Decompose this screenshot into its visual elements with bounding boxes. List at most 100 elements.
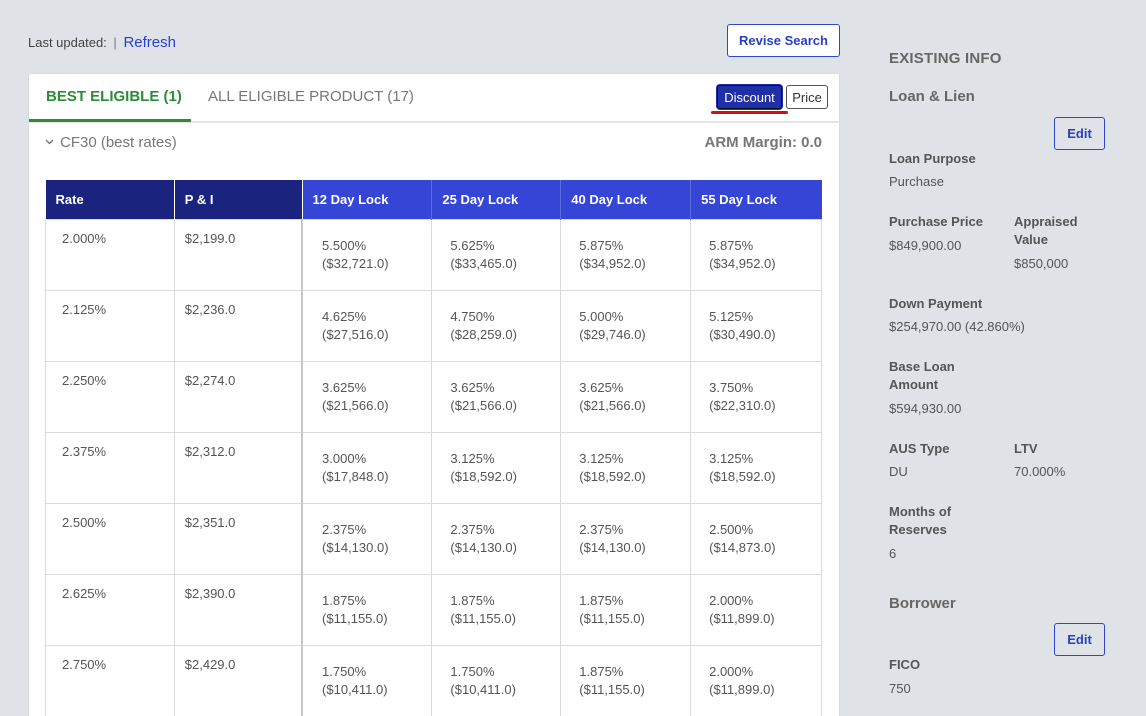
rate-cell: 2.375%	[45, 431, 175, 504]
discount-toggle-button[interactable]: Discount	[717, 85, 782, 109]
lock-rate-value: 5.875%	[709, 237, 754, 253]
fico-label: FICO	[889, 657, 921, 672]
lock-rate-value: 3.625%	[579, 379, 624, 395]
pi-cell: $2,429.0	[173, 644, 304, 716]
loan-lien-heading: Loan & Lien	[889, 88, 975, 105]
lock-cost-value: ($14,130.0)	[322, 539, 389, 555]
ltv-label: LTV	[1014, 441, 1038, 456]
table-row: 2.375% $2,312.0 3.000% ($17,848.0) 3.125% ($1…	[45, 431, 822, 504]
revise-search-button[interactable]: Revise Search	[727, 24, 840, 57]
lock-price-cell[interactable]: 1.750% ($10,411.0)	[301, 644, 433, 716]
lock-cost-value: ($27,516.0)	[322, 326, 389, 342]
lock-rate-value: 1.875%	[450, 592, 495, 608]
lock-price-cell[interactable]: 1.875% ($11,155.0)	[560, 573, 692, 646]
lock-rate-value: 2.000%	[709, 592, 754, 608]
table-row: 2.500% $2,351.0 2.375% ($14,130.0) 2.375% ($1…	[45, 502, 822, 575]
lock-cost-value: ($11,899.0)	[709, 681, 775, 697]
arm-margin: ARM Margin: 0.0	[704, 134, 822, 151]
lock-price-cell[interactable]: 2.375% ($14,130.0)	[301, 502, 433, 575]
lock-rate-value: 3.625%	[322, 379, 367, 395]
lock-cost-value: ($29,746.0)	[579, 326, 646, 342]
lock-rate-value: 1.750%	[322, 663, 367, 679]
borrower-heading: Borrower	[889, 595, 956, 612]
lock-rate-value: 3.750%	[709, 379, 754, 395]
lock-price-cell[interactable]: 1.875% ($11,155.0)	[301, 573, 433, 646]
lock-price-cell[interactable]: 2.375% ($14,130.0)	[431, 502, 562, 575]
rate-cell: 2.125%	[45, 289, 175, 362]
lock-price-cell[interactable]: 5.125% ($30,490.0)	[690, 289, 822, 362]
lock-cost-value: ($21,566.0)	[322, 397, 389, 413]
lock-price-cell[interactable]: 3.625% ($21,566.0)	[431, 360, 562, 433]
pi-cell: $2,390.0	[173, 573, 304, 646]
lock-rate-value: 3.000%	[322, 450, 367, 466]
lock-price-cell[interactable]: 5.625% ($33,465.0)	[431, 218, 562, 291]
lock-rate-value: 2.375%	[322, 521, 367, 537]
table-row: 2.750% $2,429.0 1.750% ($10,411.0) 1.750% ($1…	[45, 644, 822, 716]
lock-price-cell[interactable]: 1.875% ($11,155.0)	[431, 573, 562, 646]
table-header-row: Rate P & I 12 Day Lock 25 Day Lock 40 Da…	[45, 180, 822, 219]
lock-cost-value: ($11,155.0)	[322, 610, 388, 626]
lock-price-cell[interactable]: 3.125% ($18,592.0)	[431, 431, 562, 504]
lock-cost-value: ($22,310.0)	[709, 397, 776, 413]
lock-price-cell[interactable]: 5.875% ($34,952.0)	[690, 218, 822, 291]
table-row: 2.125% $2,236.0 4.625% ($27,516.0) 4.750% ($2…	[45, 289, 822, 362]
annotation-underline	[711, 111, 788, 114]
lock-rate-value: 3.625%	[450, 379, 495, 395]
lock-rate-value: 3.125%	[709, 450, 754, 466]
lock-price-cell[interactable]: 1.750% ($10,411.0)	[431, 644, 562, 716]
tab-best-eligible[interactable]: BEST ELIGIBLE (1)	[46, 88, 182, 105]
lock-price-cell[interactable]: 2.500% ($14,873.0)	[690, 502, 822, 575]
lock-cost-value: ($14,130.0)	[579, 539, 646, 555]
loan-purpose-value: Purchase	[889, 174, 944, 189]
lock-cost-value: ($11,155.0)	[579, 681, 645, 697]
fico-value: 750	[889, 681, 911, 696]
lock-price-cell[interactable]: 5.875% ($34,952.0)	[560, 218, 692, 291]
lock-cost-value: ($14,130.0)	[450, 539, 517, 555]
lock-cost-value: ($14,873.0)	[709, 539, 776, 555]
rate-cell: 2.500%	[45, 502, 175, 575]
edit-loan-button[interactable]: Edit	[1054, 117, 1105, 150]
aus-type-label: AUS Type	[889, 441, 950, 456]
lock-price-cell[interactable]: 2.000% ($11,899.0)	[690, 573, 822, 646]
lock-price-cell[interactable]: 2.000% ($11,899.0)	[690, 644, 822, 716]
lock-cost-value: ($10,411.0)	[322, 681, 388, 697]
down-payment-value: $254,970.00 (42.860%)	[889, 319, 1025, 334]
last-updated-bar: Last updated: | Refresh	[28, 34, 176, 51]
lock-rate-value: 2.500%	[709, 521, 754, 537]
separator: |	[113, 35, 117, 50]
lock-cost-value: ($28,259.0)	[450, 326, 517, 342]
edit-borrower-button[interactable]: Edit	[1054, 623, 1105, 656]
price-toggle-button[interactable]: Price	[786, 85, 828, 109]
column-header-55-day-lock: 55 Day Lock	[690, 180, 822, 219]
lock-price-cell[interactable]: 3.125% ($18,592.0)	[690, 431, 822, 504]
lock-price-cell[interactable]: 4.750% ($28,259.0)	[431, 289, 562, 362]
base-loan-value: $594,930.00	[889, 401, 962, 416]
lock-price-cell[interactable]: 3.000% ($17,848.0)	[301, 431, 433, 504]
lock-price-cell[interactable]: 3.125% ($18,592.0)	[560, 431, 692, 504]
rate-cell: 2.250%	[45, 360, 175, 433]
lock-price-cell[interactable]: 3.625% ($21,566.0)	[560, 360, 692, 433]
lock-price-cell[interactable]: 3.625% ($21,566.0)	[301, 360, 433, 433]
lock-price-cell[interactable]: 2.375% ($14,130.0)	[560, 502, 692, 575]
refresh-link[interactable]: Refresh	[123, 34, 176, 51]
product-group-header[interactable]: CF30 (best rates)	[45, 134, 177, 151]
product-name: CF30 (best rates)	[60, 134, 177, 151]
tab-all-eligible[interactable]: ALL ELIGIBLE PRODUCT (17)	[208, 88, 414, 105]
lock-price-cell[interactable]: 1.875% ($11,155.0)	[560, 644, 692, 716]
pi-cell: $2,274.0	[173, 360, 304, 433]
table-row: 2.000% $2,199.0 5.500% ($32,721.0) 5.625% ($3…	[45, 218, 822, 291]
pi-cell: $2,199.0	[173, 218, 304, 291]
purchase-price-label: Purchase Price	[889, 214, 983, 229]
lock-price-cell[interactable]: 5.000% ($29,746.0)	[560, 289, 692, 362]
lock-price-cell[interactable]: 5.500% ($32,721.0)	[301, 218, 433, 291]
lock-rate-value: 5.625%	[450, 237, 495, 253]
lock-price-cell[interactable]: 4.625% ($27,516.0)	[301, 289, 433, 362]
lock-cost-value: ($11,155.0)	[450, 610, 516, 626]
lock-rate-value: 3.125%	[450, 450, 495, 466]
lock-rate-value: 5.125%	[709, 308, 754, 324]
pi-cell: $2,351.0	[173, 502, 304, 575]
lock-cost-value: ($32,721.0)	[322, 255, 389, 271]
lock-rate-value: 1.750%	[450, 663, 495, 679]
lock-price-cell[interactable]: 3.750% ($22,310.0)	[690, 360, 822, 433]
column-header-25-day-lock: 25 Day Lock	[431, 180, 562, 219]
